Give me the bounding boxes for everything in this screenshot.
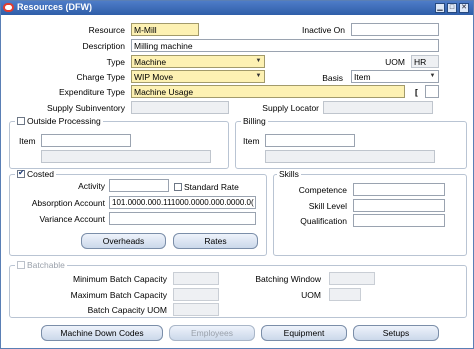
charge-type-label: Charge Type — [76, 72, 125, 82]
absorption-account-label: Absorption Account — [31, 198, 105, 208]
batchable-title: Batchable — [15, 260, 67, 270]
batch-capacity-uom-field — [173, 303, 219, 316]
competence-label: Competence — [298, 185, 347, 195]
employees-button: Employees — [169, 325, 255, 341]
min-batch-capacity-label: Minimum Batch Capacity — [72, 274, 167, 284]
basis-value: Item — [354, 72, 371, 82]
basis-select[interactable]: Item ▼ — [351, 70, 439, 83]
inactive-on-field[interactable] — [351, 23, 439, 36]
type-select[interactable]: Machine ▼ — [131, 55, 265, 68]
charge-type-value: WIP Move — [134, 72, 174, 82]
type-value: Machine — [134, 57, 167, 67]
min-batch-capacity-field — [173, 272, 219, 285]
max-batch-capacity-field — [173, 288, 219, 301]
resources-window: Resources (DFW) ▁ □ ✕ Resource M-Mill In… — [0, 0, 474, 349]
expenditure-type-label: Expenditure Type — [59, 87, 125, 97]
minimize-icon[interactable]: ▁ — [435, 3, 445, 13]
standard-rate-toggle[interactable]: Standard Rate — [174, 182, 239, 192]
activity-field[interactable] — [109, 179, 169, 192]
absorption-account-field[interactable]: 101.0000.000.111000.0000.000.0000.0( — [109, 196, 256, 209]
costed-checkbox[interactable] — [17, 168, 25, 178]
type-label: Type — [106, 57, 125, 67]
setups-button[interactable]: Setups — [353, 325, 439, 341]
resource-field[interactable]: M-Mill — [131, 23, 199, 36]
batch-uom-label: UOM — [301, 290, 321, 300]
skill-level-label: Skill Level — [308, 201, 347, 211]
description-label: Description — [82, 41, 125, 51]
equipment-button[interactable]: Equipment — [261, 325, 347, 341]
op-item-field[interactable] — [41, 134, 131, 147]
machine-down-codes-button[interactable]: Machine Down Codes — [41, 325, 163, 341]
outside-processing-checkbox[interactable] — [17, 117, 25, 125]
max-batch-capacity-label: Maximum Batch Capacity — [70, 290, 167, 300]
outside-processing-title[interactable]: Outside Processing — [15, 116, 103, 126]
variance-account-field[interactable] — [109, 212, 256, 225]
chevron-down-icon[interactable]: ▼ — [254, 72, 263, 81]
batchable-checkbox — [17, 261, 25, 269]
supply-subinventory-field[interactable] — [131, 101, 229, 114]
billing-item-description[interactable] — [265, 150, 435, 163]
basis-label: Basis — [322, 73, 343, 83]
qualification-label: Qualification — [300, 216, 347, 226]
close-icon[interactable]: ✕ — [459, 3, 469, 13]
rates-button[interactable]: Rates — [173, 233, 258, 249]
billing-item-label: Item — [243, 136, 260, 146]
variance-account-label: Variance Account — [39, 214, 105, 224]
billing-item-field[interactable] — [265, 134, 355, 147]
window-title: Resources (DFW) — [17, 2, 93, 12]
title-bar[interactable]: Resources (DFW) ▁ □ ✕ — [1, 1, 473, 15]
overheads-button[interactable]: Overheads — [81, 233, 166, 249]
uom-field[interactable]: HR — [411, 55, 439, 68]
batching-window-field — [329, 272, 375, 285]
batch-capacity-uom-label: Batch Capacity UOM — [87, 305, 167, 315]
maximize-icon[interactable]: □ — [447, 3, 457, 13]
skill-level-field[interactable] — [353, 199, 445, 212]
supply-subinventory-label: Supply Subinventory — [47, 103, 125, 113]
flexfield-field[interactable] — [425, 85, 439, 98]
description-field[interactable]: Milling machine — [131, 39, 439, 52]
batch-uom-field — [329, 288, 361, 301]
supply-locator-label: Supply Locator — [262, 103, 319, 113]
chevron-down-icon[interactable]: ▼ — [254, 57, 263, 66]
standard-rate-checkbox[interactable] — [174, 183, 182, 191]
inactive-on-label: Inactive On — [302, 25, 345, 35]
flexfield-bracket: [ — [415, 87, 418, 97]
competence-field[interactable] — [353, 183, 445, 196]
op-item-label: Item — [19, 136, 36, 146]
qualification-field[interactable] — [353, 214, 445, 227]
uom-label: UOM — [385, 57, 405, 67]
op-item-description[interactable] — [41, 150, 211, 163]
expenditure-type-field[interactable]: Machine Usage — [131, 85, 405, 98]
activity-label: Activity — [78, 181, 105, 191]
costed-title[interactable]: Costed — [15, 168, 56, 179]
batching-window-label: Batching Window — [255, 274, 321, 284]
billing-title: Billing — [241, 116, 268, 126]
resource-label: Resource — [88, 25, 125, 35]
skills-title: Skills — [277, 169, 301, 179]
oracle-icon — [3, 3, 14, 12]
supply-locator-field[interactable] — [323, 101, 433, 114]
charge-type-select[interactable]: WIP Move ▼ — [131, 70, 265, 83]
chevron-down-icon[interactable]: ▼ — [428, 72, 437, 81]
